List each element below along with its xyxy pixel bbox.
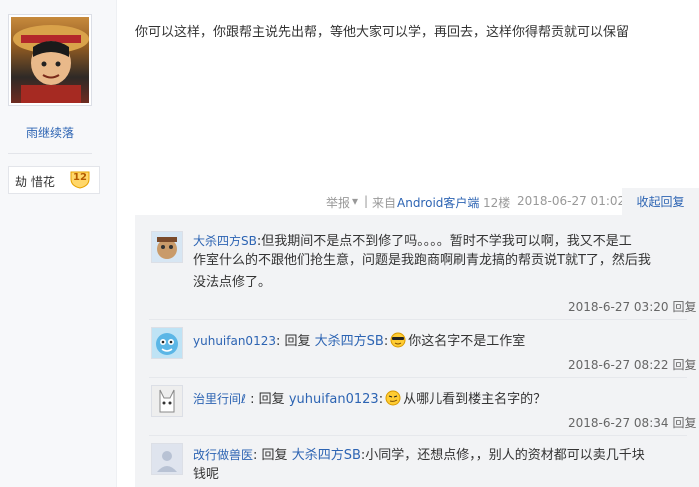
reply-item: 治里行间ℓ : 回复 yuhuifan0123: 从哪儿看到楼主名字的？ — [193, 389, 546, 410]
reply-button[interactable]: 回复 — [673, 416, 697, 430]
reply-meta: 2018-6-27 08:22 回复 — [568, 356, 697, 373]
colon: : — [275, 334, 281, 349]
badge-name: 劫 惜花 — [15, 175, 55, 189]
author-sidebar: 雨继续落 劫 惜花 12 — [0, 0, 117, 487]
cool-face-icon — [389, 332, 407, 348]
reply-avatar[interactable] — [151, 231, 183, 263]
reply-meta: 2018-6-27 03:20 回复 — [568, 298, 697, 315]
reply-time: 2018-6-27 08:34 — [568, 416, 669, 430]
floor-number: 12楼 — [483, 196, 511, 210]
platform-link[interactable]: Android客户端 — [397, 194, 479, 211]
reply-text: 你这名字不是工作室 — [408, 334, 526, 349]
reply-text-line: 没法点修了。 — [193, 275, 272, 290]
reply-time: 2018-6-27 08:22 — [568, 358, 669, 372]
author-avatar[interactable] — [8, 14, 92, 106]
reply-meta: 2018-6-27 08:34 回复 — [568, 414, 697, 431]
reply-item: 改行做兽医: 回复 大杀四方SB:小同学，还想点修，，别人的资材都可以卖几千块 — [193, 445, 645, 466]
reply-word: 回复 — [258, 392, 285, 407]
level-number: 12 — [73, 172, 87, 183]
divider — [149, 435, 687, 436]
reply-avatar[interactable] — [151, 385, 183, 417]
reply-item: yuhuifan0123: 回复 大杀四方SB: 你这名字不是工作室 — [193, 331, 525, 352]
reply-avatar[interactable] — [151, 443, 183, 475]
reply-text-line: 钱呢 — [193, 467, 220, 482]
reply-username[interactable]: 治里行间 — [193, 392, 241, 406]
reply-text: 从哪儿看到楼主名字的？ — [403, 392, 547, 407]
member-badge[interactable]: 劫 惜花 12 — [8, 166, 100, 194]
reply-text-line: 作室什么的不跟他们抢生意，问题是我跑商啊刷青龙搞的帮贡说T就T了，然后我 — [193, 253, 651, 268]
reply-button[interactable]: 回复 — [673, 300, 697, 314]
collapse-reply-button[interactable]: 收起回复 — [622, 188, 699, 216]
default-avatar-icon — [152, 444, 182, 474]
colon: : — [250, 392, 255, 407]
author-username[interactable]: 雨继续落 — [0, 124, 100, 141]
avatar-image — [11, 17, 89, 103]
post-datetime: 2018-06-27 01:02 — [517, 194, 626, 208]
level-badge: 12 — [69, 169, 91, 189]
report-link[interactable]: 举报 — [326, 194, 350, 211]
reply-text: 但我期间不是点不到修了吗。。。。暂时不学我可以啊，我又不是工 — [261, 234, 632, 249]
reply-username[interactable]: 改行做兽医 — [193, 448, 253, 462]
colon: : — [383, 334, 389, 349]
divider — [8, 153, 92, 154]
smug-face-icon — [384, 390, 402, 406]
divider — [149, 319, 687, 320]
post-content: 你可以这样，你跟帮主说先出帮，等他大家可以学，再回去，这样你得帮贡就可以保留 — [135, 25, 630, 40]
reply-list: 大杀四方SB:但我期间不是点不到修了吗。。。。暂时不学我可以啊，我又不是工 作室… — [135, 215, 699, 487]
colon: : — [378, 392, 384, 407]
reply-target-user[interactable]: 大杀四方SB — [292, 448, 361, 463]
meta-separator: | — [364, 194, 369, 208]
user-tag-icon: ℓ — [241, 392, 246, 406]
chevron-down-icon[interactable]: ▾ — [352, 194, 358, 208]
reply-target-user[interactable]: yuhuifan0123 — [289, 392, 379, 407]
reply-username[interactable]: 大杀四方SB — [193, 234, 257, 248]
reply-target-user[interactable]: 大杀四方SB — [315, 334, 384, 349]
divider — [149, 377, 687, 378]
from-label: 来自 — [372, 196, 397, 210]
avatar-image — [152, 232, 182, 262]
colon: : — [253, 448, 258, 463]
avatar-image — [152, 386, 182, 416]
reply-time: 2018-6-27 03:20 — [568, 300, 669, 314]
reply-text: 小同学，还想点修，，别人的资材都可以卖几千块 — [365, 448, 645, 463]
reply-button[interactable]: 回复 — [673, 358, 697, 372]
reply-word: 回复 — [261, 448, 288, 463]
reply-avatar[interactable] — [151, 327, 183, 359]
reply-item: 大杀四方SB:但我期间不是点不到修了吗。。。。暂时不学我可以啊，我又不是工 — [193, 231, 632, 252]
avatar-image — [152, 328, 182, 358]
reply-word: 回复 — [284, 334, 311, 349]
reply-username[interactable]: yuhuifan0123 — [193, 334, 276, 348]
